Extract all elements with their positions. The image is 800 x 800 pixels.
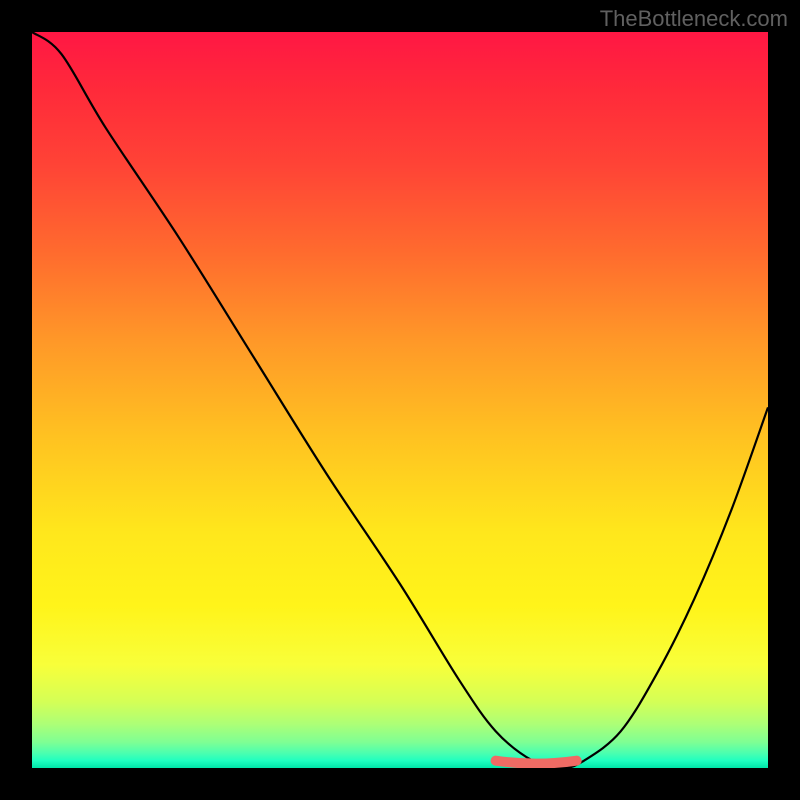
optimal-region-marker — [496, 761, 577, 764]
chart-plot-area — [32, 32, 768, 768]
chart-svg — [32, 32, 768, 768]
bottleneck-curve-line — [32, 32, 768, 768]
watermark-text: TheBottleneck.com — [600, 6, 788, 32]
